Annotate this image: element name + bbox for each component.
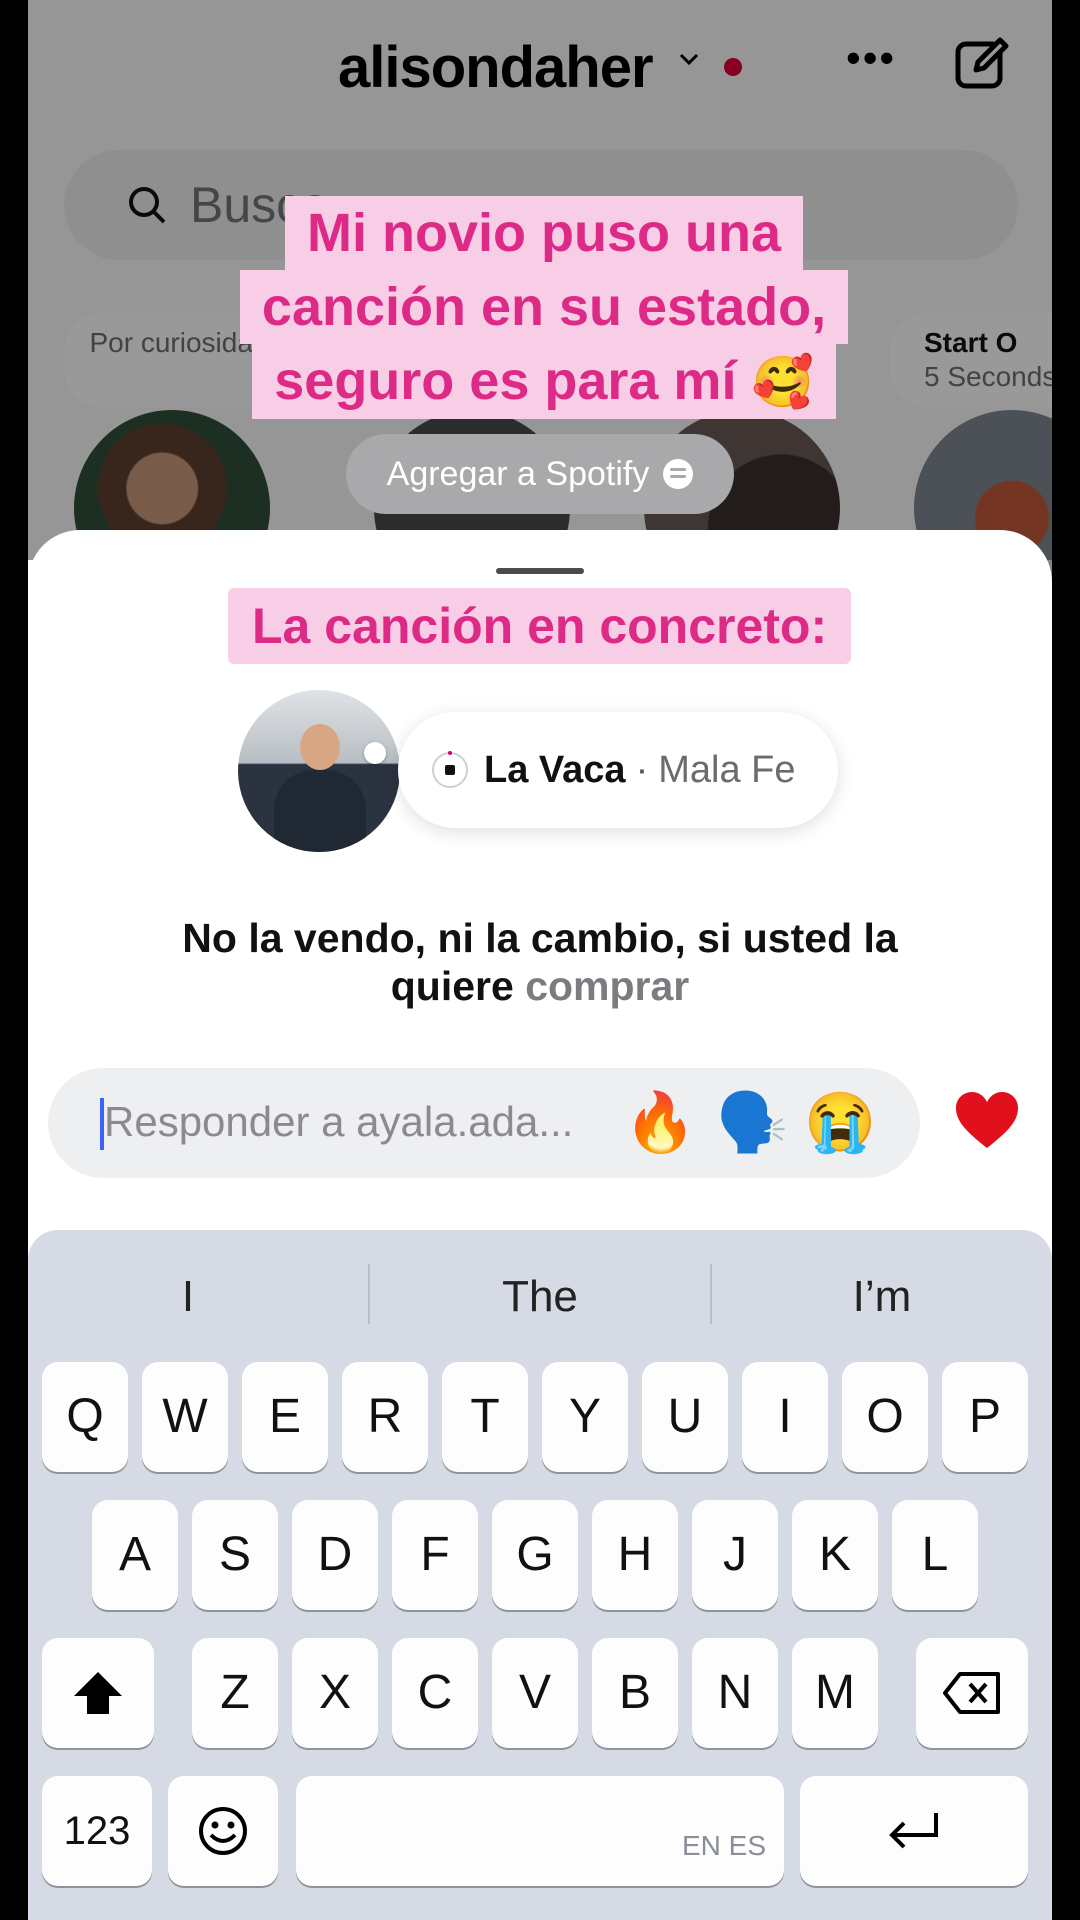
suggestion[interactable]: I’m <box>722 1272 1042 1322</box>
key[interactable]: P <box>942 1362 1028 1472</box>
key[interactable]: O <box>842 1362 928 1472</box>
key[interactable]: I <box>742 1362 828 1472</box>
emoji-icon <box>199 1807 247 1855</box>
add-to-spotify-label: Agregar a Spotify <box>386 454 650 493</box>
backspace-key[interactable] <box>916 1638 1028 1748</box>
numbers-key[interactable]: 123 <box>42 1776 152 1886</box>
key[interactable]: N <box>692 1638 778 1748</box>
caption-line: seguro es para mí 🥰 <box>252 344 836 419</box>
sheet-grabber[interactable] <box>496 568 584 574</box>
key[interactable]: D <box>292 1500 378 1610</box>
caption-line: Mi novio puso una <box>285 196 803 270</box>
return-icon <box>889 1813 938 1849</box>
key[interactable]: W <box>142 1362 228 1472</box>
suggestion[interactable]: The <box>380 1272 700 1322</box>
reply-placeholder: Responder a ayala.ada... <box>104 1098 574 1145</box>
video-caption: Mi novio puso una canción en su estado, … <box>224 196 864 419</box>
screen: alisondaher ••• Busca Por curiosidad Sta… <box>28 0 1052 1920</box>
key[interactable]: A <box>92 1500 178 1610</box>
key[interactable]: E <box>242 1362 328 1472</box>
key[interactable]: T <box>442 1362 528 1472</box>
key[interactable]: K <box>792 1500 878 1610</box>
caption-line-text: seguro es para mí <box>274 351 737 411</box>
add-to-spotify-button[interactable]: Agregar a Spotify <box>346 434 734 514</box>
key[interactable]: Z <box>192 1638 278 1748</box>
return-key[interactable] <box>800 1776 1028 1886</box>
key[interactable]: H <box>592 1500 678 1610</box>
suggestion-divider <box>368 1264 370 1324</box>
space-key[interactable]: EN ES <box>296 1776 784 1886</box>
avatar[interactable] <box>238 690 400 852</box>
shift-icon <box>74 1672 122 1714</box>
speaking-head-emoji-button[interactable]: 🗣️ <box>716 1090 788 1156</box>
caption-heading: La canción en concreto: <box>228 588 852 664</box>
heart-icon[interactable] <box>954 1090 1020 1150</box>
caption-line: canción en su estado, <box>239 270 849 344</box>
song-note-bubble[interactable]: La Vaca · Mala Fe <box>398 712 838 828</box>
key[interactable]: F <box>392 1500 478 1610</box>
crying-emoji-button[interactable]: 😭 <box>804 1090 876 1156</box>
keyboard: I The I’m Q W E R T Y U I O P A S D F G … <box>28 1230 1052 1920</box>
music-note-icon <box>432 751 468 788</box>
key[interactable]: U <box>642 1362 728 1472</box>
backspace-icon <box>943 1672 1000 1714</box>
key[interactable]: R <box>342 1362 428 1472</box>
suggestion[interactable]: I <box>28 1272 348 1322</box>
key[interactable]: S <box>192 1500 278 1610</box>
key[interactable]: L <box>892 1500 978 1610</box>
note-tail-dot <box>364 742 386 764</box>
reply-input[interactable]: Responder a ayala.ada... 🔥 🗣️ 😭 <box>48 1068 920 1178</box>
key[interactable]: C <box>392 1638 478 1748</box>
key[interactable]: V <box>492 1638 578 1748</box>
avatar-body <box>274 770 366 852</box>
key[interactable]: G <box>492 1500 578 1610</box>
avatar-head <box>300 724 340 770</box>
key[interactable]: X <box>292 1638 378 1748</box>
key[interactable]: Y <box>542 1362 628 1472</box>
suggestion-divider <box>710 1264 712 1324</box>
fire-emoji-button[interactable]: 🔥 <box>624 1090 696 1156</box>
key[interactable]: M <box>792 1638 878 1748</box>
song-separator: · <box>635 748 649 791</box>
song-title: La Vaca <box>484 748 626 791</box>
lyric-next: comprar <box>525 963 690 1009</box>
key[interactable]: J <box>692 1500 778 1610</box>
song-lyric: No la vendo, ni la cambio, si usted la q… <box>168 914 912 1010</box>
smiling-hearts-emoji: 🥰 <box>751 354 814 410</box>
emoji-key[interactable] <box>168 1776 278 1886</box>
key[interactable]: Q <box>42 1362 128 1472</box>
shift-key[interactable] <box>42 1638 154 1748</box>
key[interactable]: B <box>592 1638 678 1748</box>
song-artist: Mala Fe <box>658 748 796 791</box>
spotify-icon <box>663 459 694 489</box>
